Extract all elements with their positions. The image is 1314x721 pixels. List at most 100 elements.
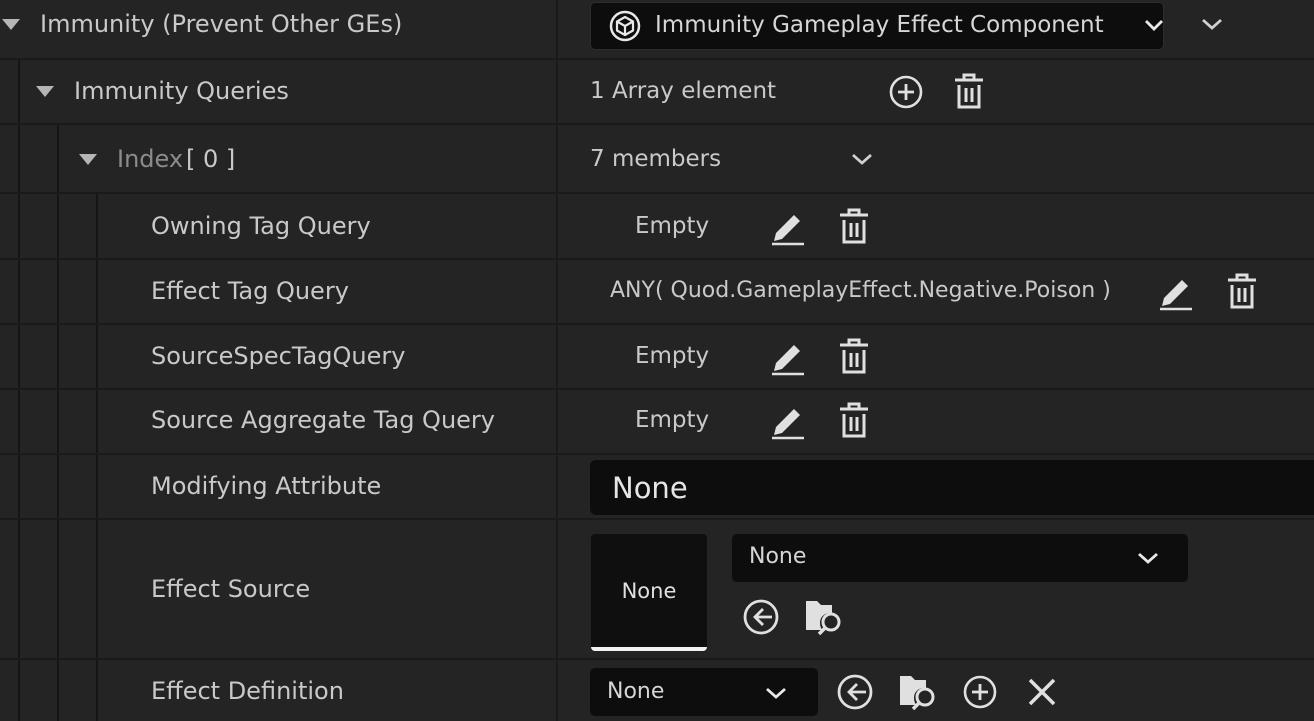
indent-guide — [96, 194, 98, 258]
row-left: Effect Tag Query — [0, 260, 556, 323]
indent-guide — [57, 660, 59, 721]
index-number: [ 0 ] — [186, 145, 236, 173]
indent-guide — [57, 260, 59, 323]
members-count-text: 7 members — [590, 146, 722, 172]
indent-guide — [57, 125, 59, 192]
add-element-icon[interactable] — [888, 74, 924, 110]
row-right: 1 Array element — [558, 60, 1314, 123]
array-count-text: 1 Array element — [590, 78, 777, 104]
index-label: Index — [117, 145, 184, 173]
indent-guide — [18, 325, 20, 388]
collapse-arrow-icon[interactable] — [2, 19, 20, 30]
add-new-asset-icon[interactable] — [962, 674, 998, 710]
row-left: Index [ 0 ] — [0, 125, 556, 192]
trash-icon[interactable] — [837, 401, 871, 439]
owning-tag-query-label: Owning Tag Query — [151, 212, 371, 240]
effect-definition-label: Effect Definition — [151, 677, 344, 705]
owning-tag-query-row: Owning Tag Query Empty — [0, 194, 1314, 258]
row-right: Empty — [558, 390, 1314, 453]
effect-tag-query-value: ANY( Quod.GameplayEffect.Negative.Poison… — [610, 278, 1111, 303]
indent-guide — [18, 660, 20, 721]
index-row: Index [ 0 ] 7 members — [0, 125, 1314, 192]
modifying-attribute-value: None — [612, 471, 688, 505]
indent-guide — [57, 390, 59, 453]
indent-guide — [57, 455, 59, 518]
source-aggregate-tag-query-label: Source Aggregate Tag Query — [151, 406, 495, 434]
indent-guide — [18, 390, 20, 453]
immunity-queries-row: Immunity Queries 1 Array element — [0, 60, 1314, 123]
row-left: Effect Source — [0, 520, 556, 658]
effect-source-dropdown[interactable]: None — [732, 534, 1188, 582]
component-class-dropdown[interactable]: Immunity Gameplay Effect Component — [590, 2, 1164, 50]
details-panel: Immunity (Prevent Other GEs) Immunity Ga… — [0, 0, 1314, 721]
effect-source-row: Effect Source None None — [0, 520, 1314, 658]
indent-guide — [18, 520, 20, 658]
modifying-attribute-row: Modifying Attribute None — [0, 455, 1314, 518]
effect-source-selected: None — [749, 544, 807, 569]
chevron-down-icon — [1143, 17, 1165, 33]
row-right: Empty — [558, 194, 1314, 258]
row-right: Immunity Gameplay Effect Component — [558, 0, 1314, 58]
effect-definition-selected: None — [607, 679, 665, 704]
row-right: None None — [558, 520, 1314, 658]
edit-pencil-icon[interactable] — [768, 338, 808, 376]
indent-guide — [57, 325, 59, 388]
indent-guide — [18, 125, 20, 192]
source-aggregate-tag-query-row: Source Aggregate Tag Query Empty — [0, 390, 1314, 453]
edit-pencil-icon[interactable] — [768, 402, 808, 440]
edit-pencil-icon[interactable] — [1156, 273, 1196, 311]
expand-options-chevron-icon[interactable] — [1200, 16, 1224, 32]
row-left: Owning Tag Query — [0, 194, 556, 258]
indent-guide — [96, 260, 98, 323]
clear-x-icon[interactable] — [1026, 676, 1058, 708]
row-left: Source Aggregate Tag Query — [0, 390, 556, 453]
indent-guide — [18, 260, 20, 323]
immunity-section-label: Immunity (Prevent Other GEs) — [40, 10, 403, 38]
immunity-queries-label: Immunity Queries — [74, 77, 289, 105]
use-selected-asset-icon[interactable] — [836, 673, 874, 711]
collapse-arrow-icon[interactable] — [36, 86, 54, 97]
row-left: SourceSpecTagQuery — [0, 325, 556, 388]
modifying-attribute-label: Modifying Attribute — [151, 472, 382, 500]
immunity-section-row: Immunity (Prevent Other GEs) Immunity Ga… — [0, 0, 1314, 58]
source-spec-tag-query-row: SourceSpecTagQuery Empty — [0, 325, 1314, 388]
effect-definition-dropdown[interactable]: None — [590, 668, 818, 716]
component-dropdown-label: Immunity Gameplay Effect Component — [655, 12, 1104, 38]
chevron-down-icon — [764, 685, 788, 701]
asset-thumbnail-label: None — [621, 579, 677, 603]
source-spec-tag-query-label: SourceSpecTagQuery — [151, 342, 406, 370]
row-left: Effect Definition — [0, 660, 556, 721]
row-left: Immunity Queries — [0, 60, 556, 123]
source-spec-tag-query-value: Empty — [635, 343, 710, 369]
indent-guide — [57, 194, 59, 258]
effect-source-label: Effect Source — [151, 575, 311, 603]
effect-tag-query-row: Effect Tag Query ANY( Quod.GameplayEffec… — [0, 260, 1314, 323]
row-right: ANY( Quod.GameplayEffect.Negative.Poison… — [558, 260, 1314, 323]
row-right: None — [558, 455, 1314, 518]
collapse-arrow-icon[interactable] — [79, 154, 97, 165]
trash-icon[interactable] — [1225, 272, 1259, 310]
indent-guide — [18, 194, 20, 258]
trash-icon[interactable] — [837, 207, 871, 245]
effect-definition-row: Effect Definition None — [0, 660, 1314, 721]
indent-guide — [57, 520, 59, 658]
asset-thumbnail[interactable]: None — [591, 534, 707, 651]
row-left: Immunity (Prevent Other GEs) — [0, 0, 556, 58]
edit-pencil-icon[interactable] — [768, 208, 808, 246]
chevron-down-icon[interactable] — [850, 151, 874, 167]
row-right: Empty — [558, 325, 1314, 388]
indent-guide — [96, 660, 98, 721]
row-left: Modifying Attribute — [0, 455, 556, 518]
indent-guide — [96, 520, 98, 658]
trash-icon[interactable] — [952, 72, 986, 110]
browse-asset-icon[interactable] — [804, 596, 846, 636]
indent-guide — [96, 455, 98, 518]
use-selected-asset-icon[interactable] — [742, 598, 780, 636]
indent-guide — [96, 390, 98, 453]
indent-guide — [96, 325, 98, 388]
browse-asset-icon[interactable] — [898, 671, 940, 711]
modifying-attribute-field[interactable]: None — [590, 460, 1314, 515]
source-aggregate-tag-query-value: Empty — [635, 407, 710, 433]
row-right: None — [558, 660, 1314, 721]
trash-icon[interactable] — [837, 337, 871, 375]
